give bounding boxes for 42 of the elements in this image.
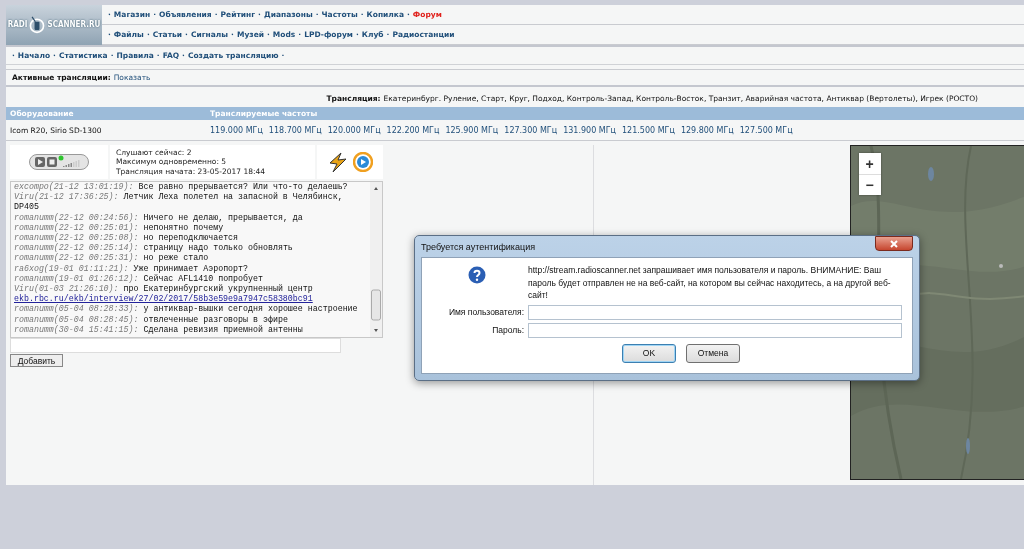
chat-message: romanumm(30-04 15:41:15): Сделана ревизия приемной антенны <box>14 324 304 336</box>
chat-link[interactable]: ekb.rbc.ru/ekb/interview/27/02/2017/58b3e59e9a7947c58380bc91 <box>14 294 313 305</box>
message-field[interactable] <box>10 338 341 353</box>
media-player-icon[interactable] <box>352 152 373 172</box>
question-icon <box>468 266 486 284</box>
dialog-title: Требуется аутентификация <box>421 241 536 252</box>
chat-message: romanumm(05-04 08:28:33): у антиквар-вышки сегодня хорошее настроение <box>14 304 359 315</box>
zoom-out-button[interactable]: − <box>858 174 881 195</box>
input-field[interactable] <box>528 304 902 320</box>
chat-message: ra6xog(19-01 01:11:21): Уже принимает Аэропорт? <box>14 263 250 274</box>
frequency: 119.000 МГц <box>210 125 263 135</box>
field-label: Пароль: <box>491 325 524 335</box>
input-field[interactable] <box>528 322 902 338</box>
frequency: 121.500 МГц <box>622 125 675 135</box>
frequency: 122.200 МГц <box>386 125 440 135</box>
frequency: 129.800 МГц <box>680 125 734 135</box>
frequency: 127.500 МГц <box>739 125 793 135</box>
close-icon <box>890 239 898 248</box>
chat-message: romanumm(22-12 00:25:14): страницу надо только обновлять <box>14 243 294 253</box>
frequency: 118.700 МГц <box>268 125 322 135</box>
chat-message: romanumm(22-12 00:25:31): но реже стало <box>14 253 210 264</box>
chat-message: romanumm(19-01 01:26:12): Сейчас AFL1410 попробует <box>14 273 264 284</box>
chat-message: romanumm(22-12 00:24:56): Ничего не делаю, прерывается, да <box>14 212 304 223</box>
frequency: 120.000 МГц <box>327 125 381 135</box>
dialog-message: http://stream.radioscanner.net запрашивает имя пользователя и пароль. ВНИМАНИЕ: Ваш пароль будет отправлен не на веб-сайт, на котором вы сейчас находитесь, а на другой веб-сайт! <box>528 264 892 302</box>
scrollbar[interactable] <box>369 182 382 337</box>
chat-message: Viru(21-12 17:36:25): Летчик Леха полетел на запасной в Челябинск, DP405 <box>14 192 344 213</box>
frequency: 131.900 МГц <box>563 125 616 135</box>
chat-message: romanumm(22-12 00:25:08): но переподключается <box>14 233 240 243</box>
frequency: 127.300 МГц <box>504 125 558 135</box>
add-button[interactable]: Добавить <box>10 354 63 367</box>
close-button[interactable] <box>875 236 913 251</box>
chat-message: excompo(21-12 13:01:19): Все равно прерывается? Или что-то делаешь? <box>14 182 349 192</box>
chat-message: Viru(01-03 21:26:10): про Екатеринбургский укрупненный центр ekb.rbc.ru/ekb/interview/27/02/2017/58b3e59e9a7947c58380bc91 <box>14 284 314 305</box>
audio-player[interactable] <box>29 154 89 170</box>
zoom-in-button[interactable]: + <box>858 153 881 174</box>
dialog-button[interactable]: OK <box>622 343 676 363</box>
field-label: Имя пользователя: <box>447 307 524 317</box>
frequency: 125.900 МГц <box>445 125 499 135</box>
dialog-button[interactable]: Отмена <box>686 343 740 363</box>
chat-message: romanumm(05-04 08:28:45): отвлеченные разговоры в эфире <box>14 314 289 325</box>
chat-message: romanumm(22-12 00:25:01): непонятно почему <box>14 222 225 233</box>
